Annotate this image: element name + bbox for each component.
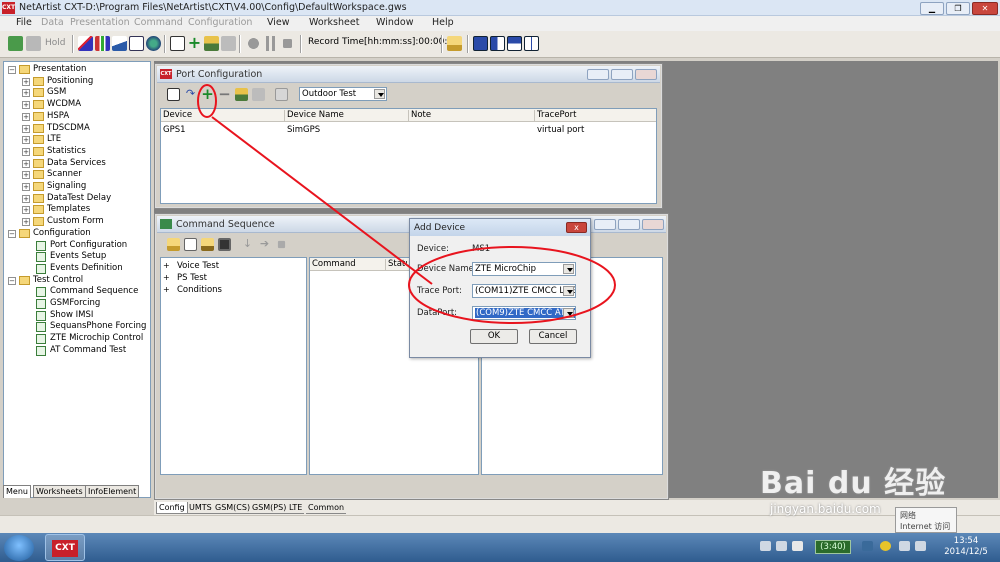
start-button[interactable] (4, 535, 34, 561)
taskbar-app-cxt[interactable]: CXT (45, 534, 85, 561)
upload-icon[interactable] (862, 541, 873, 551)
tab-config[interactable]: Config (156, 502, 188, 514)
flag-icon[interactable] (792, 541, 803, 551)
watermark-brand: Bai du 经验 (760, 466, 947, 501)
tray-icon[interactable] (776, 541, 787, 551)
timer-badge[interactable]: (3:40) (815, 540, 851, 554)
tooltip-line: 网络 (900, 511, 916, 520)
taskbar: CXT (3:40) 13:54 2014/12/5 (0, 533, 1000, 562)
status-bar (0, 515, 1000, 533)
clock-date: 2014/12/5 (944, 547, 988, 557)
annotation-circle-add (197, 84, 217, 118)
network-tooltip: 网络 Internet 访问 (895, 507, 957, 533)
security-icon[interactable] (880, 541, 891, 551)
annotation-arrow-line (211, 116, 433, 285)
annotation-circle-fields (408, 246, 616, 324)
network-icon[interactable] (899, 541, 910, 551)
clock[interactable]: 13:54 2014/12/5 (938, 536, 994, 558)
tab-gsm-cs[interactable]: GSM(CS) (213, 502, 253, 514)
tooltip-line: Internet 访问 (900, 522, 951, 531)
tab-lte[interactable]: LTE (287, 502, 305, 514)
watermark-url: jingyan.baidu.com (770, 502, 881, 516)
clock-time: 13:54 (953, 536, 979, 546)
tab-gsm-ps[interactable]: GSM(PS) (250, 502, 289, 514)
tab-umts[interactable]: UMTS (187, 502, 214, 514)
volume-icon[interactable] (915, 541, 926, 551)
cxt-app-icon: CXT (52, 540, 78, 557)
tab-common[interactable]: Common (306, 502, 347, 514)
keyboard-icon[interactable] (760, 541, 771, 551)
